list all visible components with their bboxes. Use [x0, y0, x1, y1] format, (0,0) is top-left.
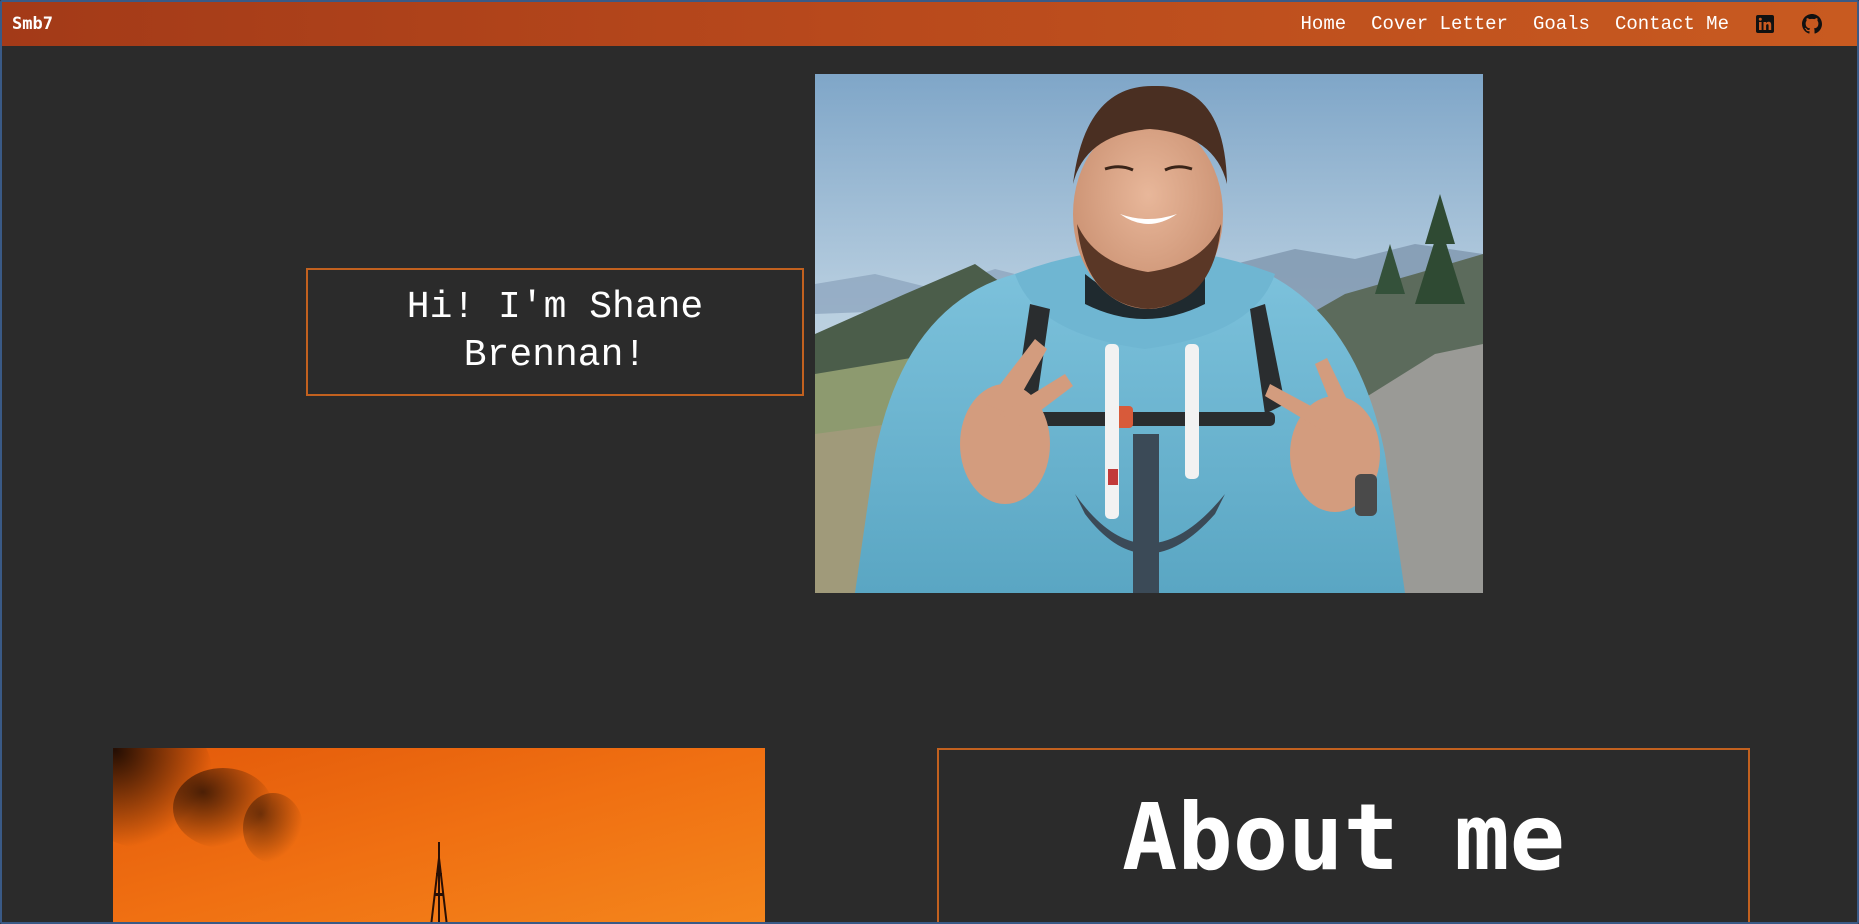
sunset-photo	[113, 748, 765, 922]
brand-logo[interactable]: Smb7	[12, 14, 53, 34]
portrait-photo	[815, 74, 1483, 593]
linkedin-icon[interactable]	[1754, 13, 1776, 35]
navbar: Smb7 Home Cover Letter Goals Contact Me	[2, 2, 1857, 46]
hero-greeting: Hi! I'm Shane Brennan!	[406, 286, 704, 377]
hero-greeting-box: Hi! I'm Shane Brennan!	[306, 268, 804, 396]
nav-link-goals[interactable]: Goals	[1533, 13, 1590, 35]
github-icon[interactable]	[1801, 13, 1823, 35]
about-section: About me	[937, 748, 1750, 922]
browser-viewport: Smb7 Home Cover Letter Goals Contact Me	[0, 0, 1859, 924]
about-title: About me	[1121, 784, 1566, 891]
nav-link-home[interactable]: Home	[1301, 13, 1347, 35]
nav-link-cover-letter[interactable]: Cover Letter	[1371, 13, 1508, 35]
nav-links: Home Cover Letter Goals Contact Me	[1276, 2, 1823, 46]
nav-link-contact-me[interactable]: Contact Me	[1615, 13, 1729, 35]
